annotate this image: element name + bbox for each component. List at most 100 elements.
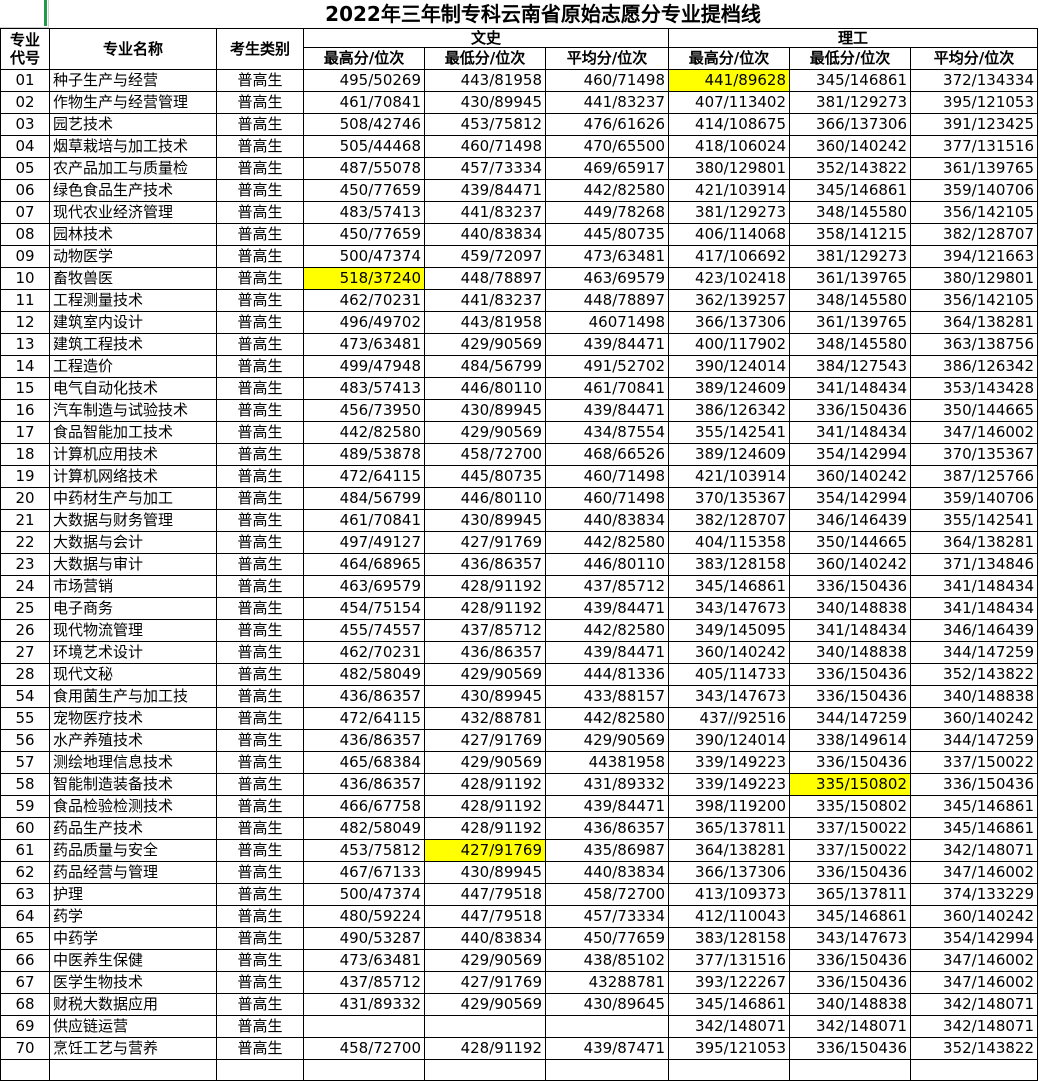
cell-ligong-max[interactable]: 381/129273 (668, 201, 790, 224)
cell-ligong-avg[interactable]: 387/125766 (910, 465, 1038, 488)
cell-ligong-max[interactable]: 413/109373 (668, 883, 790, 906)
cell-ligong-max[interactable]: 366/137306 (668, 311, 790, 334)
cell-ligong-min[interactable]: 348/145580 (789, 333, 911, 356)
cell-name[interactable]: 烟草栽培与加工技术 (49, 135, 217, 158)
cell-wenshi-avg[interactable]: 461/70841 (545, 377, 669, 400)
cell-type[interactable]: 普高生 (216, 751, 304, 774)
cell-type[interactable]: 普高生 (216, 201, 304, 224)
cell-type[interactable]: 普高生 (216, 949, 304, 972)
cell-type[interactable]: 普高生 (216, 465, 304, 488)
cell-wenshi-max[interactable]: 483/57413 (303, 201, 425, 224)
cell-code[interactable]: 62 (0, 861, 50, 884)
cell-wenshi-avg[interactable]: 438/85102 (545, 949, 669, 972)
cell-ligong-avg[interactable]: 364/138281 (910, 531, 1038, 554)
cell-wenshi-max[interactable]: 465/68384 (303, 751, 425, 774)
cell-wenshi-max[interactable]: 473/63481 (303, 333, 425, 356)
cell-type[interactable]: 普高生 (216, 883, 304, 906)
cell-wenshi-avg[interactable]: 433/88157 (545, 685, 669, 708)
cell-ligong-max[interactable]: 423/102418 (668, 267, 790, 290)
cell-code[interactable]: 19 (0, 465, 50, 488)
cell-type[interactable]: 普高生 (216, 509, 304, 532)
cell-type[interactable]: 普高生 (216, 1037, 304, 1060)
cell-ligong-max[interactable]: 366/137306 (668, 861, 790, 884)
cell-code[interactable]: 26 (0, 619, 50, 642)
cell-ligong-avg[interactable]: 337/150022 (910, 751, 1038, 774)
cell-type[interactable]: 普高生 (216, 443, 304, 466)
cell-ligong-max[interactable]: 360/140242 (668, 641, 790, 664)
cell-code[interactable]: 07 (0, 201, 50, 224)
cell-ligong-min[interactable]: 352/143822 (789, 157, 911, 180)
cell-code[interactable]: 63 (0, 883, 50, 906)
cell-type[interactable]: 普高生 (216, 685, 304, 708)
cell-name[interactable]: 宠物医疗技术 (49, 707, 217, 730)
cell-wenshi-avg[interactable]: 439/84471 (545, 399, 669, 422)
cell-wenshi-max[interactable]: 436/86357 (303, 729, 425, 752)
cell-wenshi-max[interactable]: 496/49702 (303, 311, 425, 334)
cell-wenshi-avg[interactable]: 463/69579 (545, 267, 669, 290)
cell-ligong-max[interactable]: 418/106024 (668, 135, 790, 158)
cell-name[interactable]: 智能制造装备技术 (49, 773, 217, 796)
cell-wenshi-avg[interactable]: 439/84471 (545, 333, 669, 356)
cell-ligong-avg[interactable]: 347/146002 (910, 421, 1038, 444)
cell-ligong-avg[interactable]: 347/146002 (910, 861, 1038, 884)
cell-wenshi-min[interactable]: 427/91769 (424, 839, 546, 862)
cell-ligong-min[interactable]: 358/141215 (789, 223, 911, 246)
cell-wenshi-min[interactable]: 459/72097 (424, 245, 546, 268)
selected-cell-indicator[interactable] (0, 0, 49, 28)
cell-ligong-avg[interactable]: 374/133229 (910, 883, 1038, 906)
cell-ligong-min[interactable]: 336/150436 (789, 399, 911, 422)
cell-wenshi-max[interactable] (303, 1015, 425, 1038)
empty-cell[interactable] (303, 1059, 425, 1081)
cell-ligong-min[interactable]: 361/139765 (789, 311, 911, 334)
cell-wenshi-min[interactable]: 436/86357 (424, 553, 546, 576)
cell-ligong-min[interactable]: 360/140242 (789, 465, 911, 488)
cell-wenshi-min[interactable]: 447/79518 (424, 905, 546, 928)
cell-ligong-min[interactable]: 361/139765 (789, 267, 911, 290)
cell-wenshi-max[interactable]: 473/63481 (303, 949, 425, 972)
cell-ligong-max[interactable]: 343/147673 (668, 597, 790, 620)
cell-wenshi-min[interactable]: 446/80110 (424, 377, 546, 400)
cell-code[interactable]: 56 (0, 729, 50, 752)
cell-wenshi-min[interactable]: 440/83834 (424, 223, 546, 246)
empty-cell[interactable] (0, 1059, 50, 1081)
cell-code[interactable]: 55 (0, 707, 50, 730)
cell-type[interactable]: 普高生 (216, 971, 304, 994)
cell-wenshi-avg[interactable]: 441/83237 (545, 91, 669, 114)
cell-wenshi-avg[interactable]: 445/80735 (545, 223, 669, 246)
empty-cell[interactable] (424, 1059, 546, 1081)
cell-ligong-min[interactable]: 336/150436 (789, 663, 911, 686)
cell-wenshi-min[interactable]: 428/91192 (424, 773, 546, 796)
cell-code[interactable]: 11 (0, 289, 50, 312)
cell-wenshi-max[interactable]: 436/86357 (303, 773, 425, 796)
cell-ligong-avg[interactable]: 353/143428 (910, 377, 1038, 400)
cell-wenshi-max[interactable]: 442/82580 (303, 421, 425, 444)
cell-name[interactable]: 市场营销 (49, 575, 217, 598)
cell-ligong-avg[interactable]: 344/147259 (910, 729, 1038, 752)
cell-wenshi-max[interactable]: 487/55078 (303, 157, 425, 180)
cell-wenshi-max[interactable]: 480/59224 (303, 905, 425, 928)
cell-name[interactable]: 药品生产技术 (49, 817, 217, 840)
cell-wenshi-max[interactable]: 436/86357 (303, 685, 425, 708)
cell-ligong-max[interactable]: 421/103914 (668, 179, 790, 202)
cell-type[interactable]: 普高生 (216, 729, 304, 752)
cell-ligong-max[interactable]: 355/142541 (668, 421, 790, 444)
cell-wenshi-max[interactable]: 431/89332 (303, 993, 425, 1016)
cell-ligong-max[interactable]: 349/145095 (668, 619, 790, 642)
cell-ligong-min[interactable]: 354/142994 (789, 443, 911, 466)
cell-wenshi-min[interactable]: 436/86357 (424, 641, 546, 664)
cell-ligong-min[interactable]: 338/149614 (789, 729, 911, 752)
cell-ligong-max[interactable]: 405/114733 (668, 663, 790, 686)
cell-ligong-avg[interactable]: 342/148071 (910, 839, 1038, 862)
cell-wenshi-min[interactable]: 429/90569 (424, 663, 546, 686)
cell-ligong-min[interactable]: 348/145580 (789, 289, 911, 312)
cell-type[interactable]: 普高生 (216, 311, 304, 334)
cell-name[interactable]: 建筑工程技术 (49, 333, 217, 356)
empty-cell[interactable] (216, 1059, 304, 1081)
cell-wenshi-avg[interactable]: 458/72700 (545, 883, 669, 906)
cell-ligong-min[interactable]: 340/148838 (789, 641, 911, 664)
cell-ligong-min[interactable]: 336/150436 (789, 751, 911, 774)
cell-code[interactable]: 12 (0, 311, 50, 334)
cell-name[interactable]: 工程造价 (49, 355, 217, 378)
cell-code[interactable]: 01 (0, 69, 50, 92)
cell-ligong-max[interactable]: 339/149223 (668, 773, 790, 796)
